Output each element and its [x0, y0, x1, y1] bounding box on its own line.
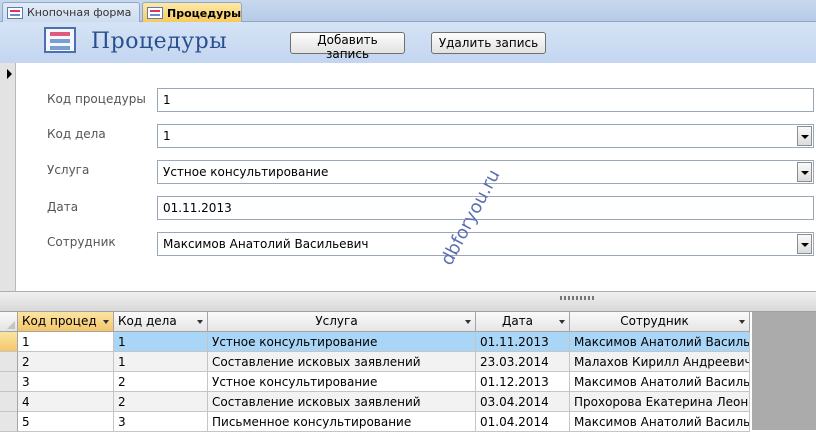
table-cell[interactable]: Максимов Анатолий Васильевич	[570, 412, 750, 432]
table-cell[interactable]: Устное консультирование	[208, 332, 476, 352]
table-cell[interactable]: 23.03.2014	[476, 352, 570, 372]
sort-arrow-icon	[197, 320, 203, 324]
field-label-case-id: Код дела	[47, 127, 106, 141]
table-cell[interactable]: Составление исковых заявлений	[208, 352, 476, 372]
service-value: Устное консультирование	[163, 165, 329, 179]
table-cell[interactable]: Составление исковых заявлений	[208, 392, 476, 412]
table-row[interactable]: 3 2 Устное консультирование 01.12.2013 Макси…	[0, 372, 750, 392]
table-row[interactable]: 4 2 Составление исковых заявлений 03.04.201…	[0, 392, 750, 412]
row-selector[interactable]	[0, 352, 18, 372]
delete-record-button[interactable]: Удалить запись	[431, 32, 546, 54]
splitter-grip-icon[interactable]	[560, 296, 596, 300]
field-label-service: Услуга	[47, 163, 90, 177]
row-selector[interactable]	[0, 392, 18, 412]
table-cell[interactable]: 01.12.2013	[476, 372, 570, 392]
table-row[interactable]: 5 3 Письменное консультирование 01.04.2014 М…	[0, 412, 750, 432]
current-record-arrow-icon	[7, 69, 12, 79]
column-header-employee[interactable]: Сотрудник	[570, 312, 750, 332]
datasheet: Код процед Код дела Услуга Дата Сотрудни…	[0, 312, 752, 432]
table-cell[interactable]: 1	[18, 332, 114, 352]
table-cell[interactable]: 03.04.2014	[476, 392, 570, 412]
case-id-combobox[interactable]: 1	[157, 124, 814, 148]
form-header: Процедуры Добавить запись Удалить запись	[0, 22, 816, 63]
column-header-case-id[interactable]: Код дела	[114, 312, 208, 332]
table-cell[interactable]: 1	[114, 352, 208, 372]
select-all-corner[interactable]	[0, 312, 18, 332]
sort-arrow-icon	[103, 320, 109, 324]
column-header-procedure-id[interactable]: Код процед	[18, 312, 114, 332]
table-cell[interactable]: Устное консультирование	[208, 372, 476, 392]
chevron-down-icon[interactable]	[797, 234, 812, 254]
procedure-id-field[interactable]: 1	[157, 88, 814, 112]
employee-combobox[interactable]: Максимов Анатолий Васильевич	[157, 232, 814, 256]
table-cell[interactable]: 3	[18, 372, 114, 392]
sort-arrow-icon	[739, 320, 745, 324]
table-cell[interactable]: 3	[114, 412, 208, 432]
field-label-procedure-id: Код процедуры	[47, 92, 146, 106]
column-header-service[interactable]: Услуга	[208, 312, 476, 332]
datasheet-header: Код процед Код дела Услуга Дата Сотрудни…	[0, 312, 750, 332]
form-icon	[147, 7, 163, 19]
chevron-down-icon[interactable]	[797, 126, 812, 146]
table-cell[interactable]: 1	[114, 332, 208, 352]
split-form-splitter[interactable]	[0, 291, 816, 312]
row-selector[interactable]	[0, 372, 18, 392]
table-cell[interactable]: Малахов Кирилл Андреевич	[570, 352, 750, 372]
page-title: Процедуры	[91, 29, 228, 54]
table-cell[interactable]: 5	[18, 412, 114, 432]
table-cell[interactable]: 2	[18, 352, 114, 372]
sort-arrow-icon	[465, 320, 471, 324]
tab-procedures[interactable]: Процедуры	[142, 2, 242, 23]
form-detail: Код процедуры 1 Код дела 1 Услуга Устное…	[16, 63, 816, 291]
record-selector[interactable]	[0, 63, 16, 291]
table-cell[interactable]: 01.11.2013	[476, 332, 570, 352]
form-icon	[7, 6, 23, 19]
table-cell[interactable]: Максимов Анатолий Васильевич	[570, 332, 750, 352]
table-cell[interactable]: Максимов Анатолий Васильевич	[570, 372, 750, 392]
tab-label: Кнопочная форма	[27, 6, 132, 19]
table-row[interactable]: 2 1 Составление исковых заявлений 23.03.201…	[0, 352, 750, 372]
add-record-button[interactable]: Добавить запись	[290, 32, 405, 61]
document-tab-bar: Кнопочная форма Процедуры	[0, 0, 816, 23]
chevron-down-icon[interactable]	[797, 162, 812, 182]
sort-arrow-icon	[559, 320, 565, 324]
table-cell[interactable]: 4	[18, 392, 114, 412]
tab-switchboard[interactable]: Кнопочная форма	[2, 2, 140, 22]
table-cell[interactable]: Прохорова Екатерина Леонидовна	[570, 392, 750, 412]
table-cell[interactable]: Письменное консультирование	[208, 412, 476, 432]
datasheet-empty-area	[752, 312, 816, 430]
table-cell[interactable]: 01.04.2014	[476, 412, 570, 432]
employee-value: Максимов Анатолий Васильевич	[163, 237, 369, 251]
table-cell[interactable]: 2	[114, 392, 208, 412]
case-id-value: 1	[163, 129, 171, 143]
row-selector[interactable]	[0, 412, 18, 432]
form-logo-icon	[44, 27, 76, 53]
field-label-date: Дата	[47, 200, 79, 214]
table-cell[interactable]: 2	[114, 372, 208, 392]
field-label-employee: Сотрудник	[47, 235, 116, 249]
row-selector[interactable]	[0, 332, 18, 352]
column-header-date[interactable]: Дата	[476, 312, 570, 332]
tab-label: Процедуры	[167, 6, 242, 20]
table-row[interactable]: 1 1 Устное консультирование 01.11.2013 Макси…	[0, 332, 750, 352]
